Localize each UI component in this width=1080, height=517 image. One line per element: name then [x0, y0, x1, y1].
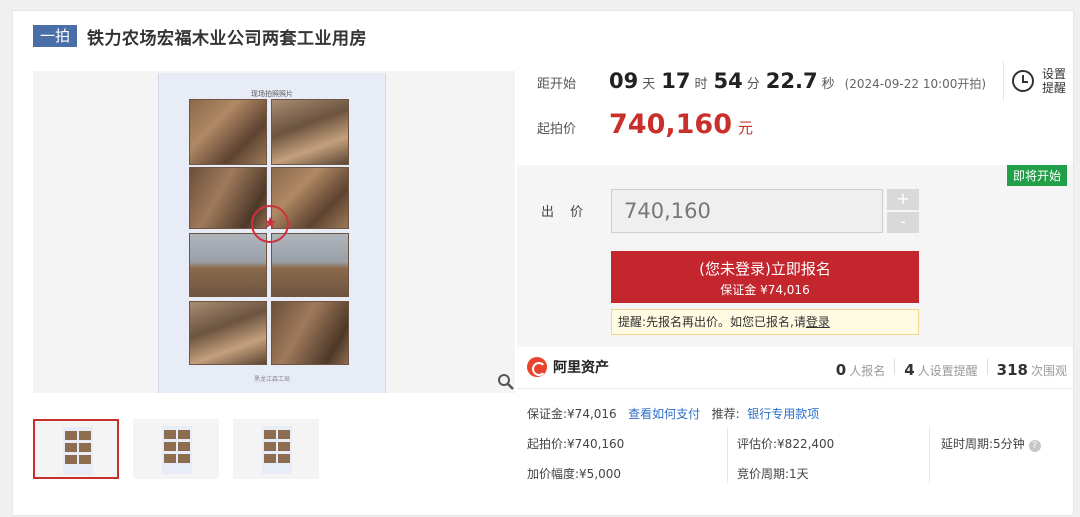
recommend-label: 推荐:: [711, 407, 740, 421]
platform-stats-row: 阿里资产 0 人报名 4 人设置提醒 318 次围观: [517, 347, 1073, 389]
document-photo: 现场拍照照片 ★ 黑龙江森工局: [158, 73, 386, 393]
title-row: 一拍 铁力农场宏福木业公司两套工业用房: [33, 23, 367, 49]
watchers-count: 318: [996, 361, 1028, 379]
set-reminder-button[interactable]: 设置提醒: [1003, 61, 1073, 101]
login-tip: 提醒:先报名再出价。如您已报名,请登录: [611, 309, 919, 335]
deposit-text: 保证金:¥74,016: [527, 407, 617, 421]
red-seal-stamp: ★: [251, 205, 289, 243]
countdown-label: 距开始: [537, 77, 577, 92]
stats: 0 人报名 4 人设置提醒 318 次围观: [836, 359, 1067, 379]
site-photo: [271, 99, 349, 165]
reminders-count: 4: [904, 361, 915, 379]
divider: [929, 427, 930, 483]
divider: [727, 427, 728, 483]
registered-count: 0: [835, 361, 847, 379]
status-badge: 即将开始: [1006, 165, 1067, 186]
countdown-days: 09: [609, 69, 639, 93]
seconds-unit: 秒: [821, 77, 835, 92]
days-unit: 天: [642, 77, 656, 92]
start-price-value: 740,160: [609, 109, 732, 140]
ali-assets-logo-icon: [527, 357, 547, 377]
detail-appraisal: 评估价:¥822,400: [737, 437, 835, 451]
detail-start-price: 起拍价:¥740,160: [527, 437, 625, 451]
detail-delay: 延时周期:5分钟?: [941, 435, 1041, 452]
thumbnail-1[interactable]: [33, 419, 119, 479]
start-time-note: (2024-09-22 10:00开拍): [844, 77, 987, 91]
site-photo: [189, 301, 267, 365]
countdown-row: 距开始 09 天 17 时 54 分 22.7 秒 (2024-09-22 10…: [537, 69, 997, 103]
login-link[interactable]: 登录: [806, 315, 830, 329]
alarm-clock-icon: [1012, 70, 1034, 92]
main-image[interactable]: 现场拍照照片 ★ 黑龙江森工局: [33, 71, 515, 393]
tip-text: 提醒:先报名再出价。如您已报名,请: [618, 315, 806, 329]
countdown-hours: 17: [661, 69, 691, 93]
registered-label: 人报名: [849, 364, 886, 378]
increase-bid-button[interactable]: +: [887, 189, 919, 210]
auction-card: 一拍 铁力农场宏福木业公司两套工业用房 现场拍照照片 ★ 黑龙江森工局 距开始 …: [12, 10, 1074, 516]
auction-round-badge: 一拍: [33, 25, 78, 47]
how-to-pay-link[interactable]: 查看如何支付: [628, 407, 700, 421]
reminders-label: 人设置提醒: [917, 364, 978, 378]
bid-panel: 即将开始 出 价 740,160 + - (您未登录)立即报名 保证金 ¥74,…: [517, 165, 1073, 347]
detail-increment: 加价幅度:¥5,000: [527, 467, 622, 481]
decrease-bid-button[interactable]: -: [887, 212, 919, 233]
reminder-label: 设置提醒: [1042, 67, 1067, 95]
deposit-row: 保证金:¥74,016 查看如何支付 推荐: 银行专用款项: [527, 405, 819, 422]
thumbnail-strip: [33, 419, 319, 479]
help-icon[interactable]: ?: [1028, 440, 1041, 452]
register-button[interactable]: (您未登录)立即报名 保证金 ¥74,016: [611, 251, 919, 303]
photo-caption: 现场拍照照片: [251, 90, 293, 98]
price-unit: 元: [737, 119, 753, 137]
site-photo: [271, 301, 349, 365]
countdown-seconds: 22.7: [765, 69, 818, 93]
photo-footer: 黑龙江森工局: [253, 376, 290, 383]
start-price-row: 起拍价 740,160 元: [537, 109, 753, 143]
detail-bid-period: 竞价周期:1天: [737, 467, 809, 481]
page-title: 铁力农场宏福木业公司两套工业用房: [87, 28, 368, 49]
hours-unit: 时: [694, 77, 708, 92]
watchers-label: 次围观: [1030, 364, 1067, 378]
register-main-label: (您未登录)立即报名: [699, 260, 831, 278]
start-price-label: 起拍价: [537, 122, 577, 137]
site-photo: [271, 233, 349, 297]
magnifier-icon[interactable]: [497, 373, 517, 393]
thumbnail-2[interactable]: [133, 419, 219, 479]
platform-logo: 阿里资产: [527, 357, 609, 377]
bid-amount-input[interactable]: 740,160: [611, 189, 883, 233]
bank-payment-link[interactable]: 银行专用款项: [747, 407, 819, 421]
minutes-unit: 分: [746, 77, 760, 92]
thumbnail-3[interactable]: [233, 419, 319, 479]
delay-text: 延时周期:5分钟: [941, 437, 1025, 451]
countdown-minutes: 54: [713, 69, 743, 93]
bid-label: 出 价: [541, 205, 590, 220]
site-photo: [189, 99, 267, 165]
register-deposit-label: 保证金 ¥74,016: [720, 283, 810, 297]
platform-name: 阿里资产: [553, 360, 609, 376]
site-photo: [189, 233, 267, 297]
